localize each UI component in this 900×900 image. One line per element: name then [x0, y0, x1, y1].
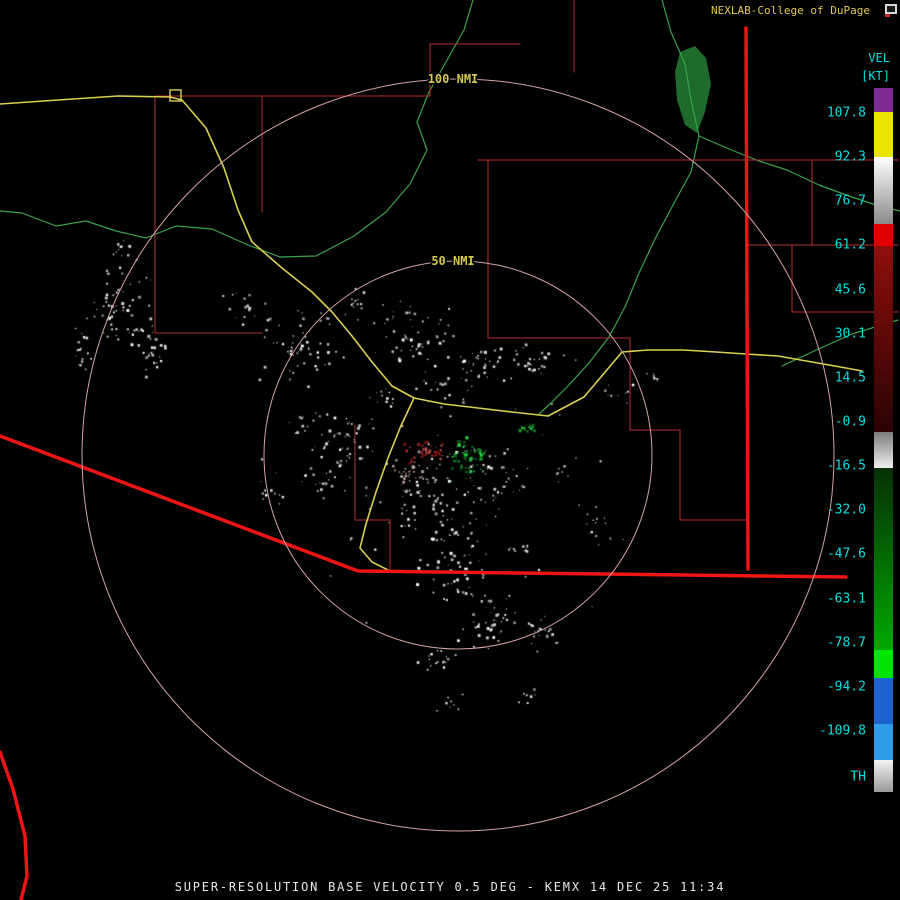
cod-logo-glyph	[885, 4, 897, 17]
colorbar-segment	[874, 724, 893, 760]
colorbar-segment	[874, 224, 893, 246]
colorbar-tick-label: 76.7	[834, 193, 866, 209]
colorbar-units: [KT]	[861, 69, 890, 83]
interstates-path	[0, 434, 848, 579]
colorbar-segment	[874, 468, 893, 650]
county-borders-path	[487, 159, 747, 521]
map-layer-lakes	[675, 46, 711, 133]
county-borders-path	[429, 43, 521, 97]
range-rings: 50 NMI 100 NMI	[81, 71, 835, 832]
colorbar-segment	[874, 650, 893, 678]
map-overlay: 50 NMI 100 NMI	[0, 0, 900, 900]
brand-text: NEXLAB-College of DuPage	[711, 4, 870, 17]
map-layer-rivers	[0, 0, 900, 415]
cod-logo-icon	[884, 3, 898, 17]
radar-display: 50 NMI 100 NMI NEXLAB-College of DuPage V…	[0, 0, 900, 900]
range-ring-label: 100 NMI	[428, 72, 479, 86]
highways-path	[359, 397, 415, 571]
colorbar-tick-label: TH	[850, 769, 866, 785]
colorbar-tick-label: 14.5	[834, 370, 866, 386]
colorbar-segment	[874, 678, 893, 724]
colorbar-tick-label: -63.1	[826, 591, 866, 607]
colorbar-tick-label: -16.5	[826, 458, 866, 474]
range-ring	[263, 260, 653, 650]
colorbar-tick-label: -94.2	[826, 679, 866, 695]
colorbar-title: VEL	[868, 51, 890, 65]
colorbar-tick-label: -0.9	[834, 414, 866, 430]
colorbar-segment	[874, 112, 893, 157]
colorbar-segment	[874, 246, 893, 432]
colorbar-tick-label: 45.6	[834, 282, 866, 298]
range-ring	[81, 78, 835, 832]
colorbar-tick-label: 107.8	[826, 105, 866, 121]
colorbar-tick-label: 61.2	[834, 237, 866, 253]
highways-path	[547, 349, 863, 417]
product-caption: SUPER-RESOLUTION BASE VELOCITY 0.5 DEG -…	[174, 880, 726, 894]
colorbar-tick-label: 30.1	[834, 326, 866, 342]
county-borders-path	[154, 95, 263, 334]
interstates-path	[744, 26, 750, 571]
colorbar-tick-label: -78.7	[826, 635, 866, 651]
lakes-path	[675, 46, 711, 133]
rivers-path	[698, 135, 900, 212]
map-layer-highways	[0, 95, 863, 571]
colorbar-segment	[874, 157, 893, 224]
colorbar-tick-label: -47.6	[826, 546, 866, 562]
colorbar-tick-label: -109.8	[819, 723, 866, 739]
interstates-path	[0, 750, 29, 900]
colorbar-segment	[874, 760, 893, 792]
range-ring-label: 50 NMI	[431, 254, 474, 268]
colorbar-tick-label: 92.3	[834, 149, 866, 165]
colorbar-tick-label: -32.0	[826, 502, 866, 518]
rivers-path	[538, 0, 700, 415]
rivers-path	[0, 0, 474, 258]
colorbar-segment	[874, 88, 893, 112]
colorbar-segment	[874, 432, 893, 468]
